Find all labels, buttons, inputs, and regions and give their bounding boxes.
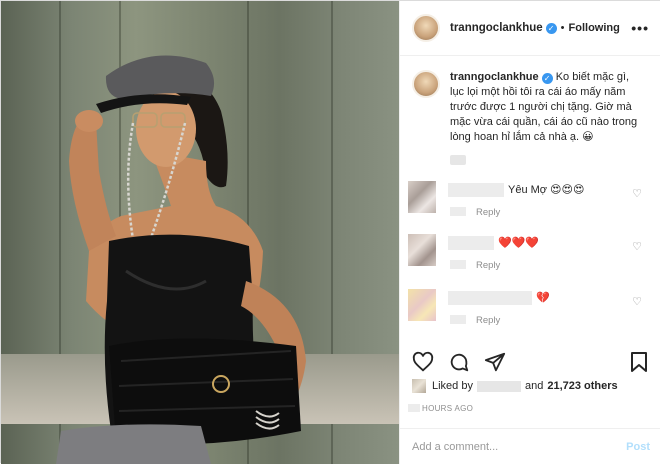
time-ago-text: HOURS AGO [422, 404, 474, 413]
post-header: tranngoclankhue ✓ • Following ••• [400, 1, 660, 56]
comment-timestamp-blurred [450, 260, 466, 269]
like-comment-heart-icon[interactable]: ♡ [632, 187, 642, 200]
reply-button[interactable]: Reply [476, 315, 500, 326]
like-comment-heart-icon[interactable]: ♡ [632, 295, 642, 308]
comment-text: 💔 [536, 292, 550, 304]
commenter-avatar-blurred[interactable] [408, 234, 436, 266]
like-comment-heart-icon[interactable]: ♡ [632, 240, 642, 253]
comment-item: Yêu Mợ 😍😍😍 Reply ♡ [408, 181, 658, 241]
caption-username-link[interactable]: tranngoclankhue [450, 71, 539, 83]
caption-avatar[interactable] [412, 70, 440, 98]
commenter-avatar-blurred[interactable] [408, 289, 436, 321]
post-timestamp: HOURS AGO [408, 404, 473, 413]
following-button[interactable]: Following [569, 22, 620, 34]
liker-name-blurred[interactable] [476, 380, 521, 392]
comment-icon[interactable] [448, 351, 470, 373]
caption: tranngoclankhue ✓ Ko biết mặc gì, lục lọi… [400, 56, 660, 170]
avatar[interactable] [412, 14, 440, 42]
post-comment-button[interactable]: Post [626, 441, 650, 453]
hours-count-blurred [408, 404, 420, 412]
comment-meta: Reply [450, 260, 500, 271]
comment-item: 💔 Reply ♡ [408, 289, 658, 349]
username-link[interactable]: tranngoclankhue [450, 22, 543, 34]
commenter-name-blurred[interactable] [448, 236, 494, 250]
comment-meta: Reply [450, 207, 500, 218]
more-options-icon[interactable]: ••• [631, 20, 649, 36]
commenter-name-blurred[interactable] [448, 183, 504, 197]
reply-button[interactable]: Reply [476, 207, 500, 218]
verified-badge-icon: ✓ [545, 22, 557, 34]
comment-meta: Reply [450, 315, 500, 326]
comment-timestamp-blurred [450, 207, 466, 216]
comment-timestamp-blurred [450, 315, 466, 324]
comment-text: Yêu Mợ 😍😍😍 [508, 184, 585, 196]
heart-icon[interactable] [412, 351, 434, 373]
instagram-post-window: tranngoclankhue ✓ • Following ••• tranng… [0, 0, 660, 464]
action-bar [412, 351, 506, 373]
verified-badge-icon: ✓ [541, 73, 553, 84]
likes-middle: and [524, 380, 544, 392]
caption-timestamp-blurred [450, 155, 466, 165]
share-icon[interactable] [484, 351, 506, 373]
caption-text-block: tranngoclankhue ✓ Ko biết mặc gì, lục lọi… [450, 70, 646, 170]
likes-prefix: Liked by [432, 380, 473, 392]
reply-button[interactable]: Reply [476, 260, 500, 271]
comment-item: ❤️❤️❤️ Reply ♡ [408, 234, 658, 294]
commenter-avatar-blurred[interactable] [408, 181, 436, 213]
commenter-name-blurred[interactable] [448, 291, 532, 305]
add-comment-bar: Post [400, 428, 660, 464]
comment-text: ❤️❤️❤️ [498, 237, 540, 249]
post-sidebar: tranngoclankhue ✓ • Following ••• tranng… [399, 1, 660, 464]
separator-dot: • [560, 22, 565, 34]
likes-summary: Liked by and 21,723 others [412, 379, 618, 393]
bookmark-icon[interactable] [629, 351, 649, 373]
comment-input[interactable] [412, 440, 627, 453]
model-illustration [56, 55, 306, 464]
liker-avatar-blurred[interactable] [412, 379, 426, 393]
likes-count-link[interactable]: 21,723 others [547, 380, 617, 392]
post-photo[interactable] [1, 1, 399, 464]
